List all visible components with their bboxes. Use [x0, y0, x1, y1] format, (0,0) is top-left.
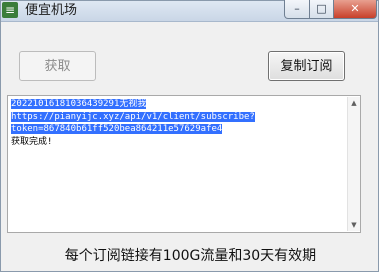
close-button[interactable]: ✕: [333, 0, 377, 19]
title-bar[interactable]: ≡ 便宜机场 – □ ✕: [1, 0, 378, 22]
output-textbox[interactable]: 20221016181036439291无视我 https://pianyijc…: [7, 95, 361, 233]
fetch-button[interactable]: 获取: [19, 51, 96, 81]
log-line-token: token=867840b61ff520bea864211e57629afe4: [11, 124, 223, 134]
footer-note: 每个订阅链接有100G流量和30天有效期: [64, 248, 317, 264]
maximize-button[interactable]: □: [309, 0, 334, 19]
log-line-url: https://pianyijc.xyz/api/v1/client/subsc…: [11, 111, 255, 122]
log-line-status: 获取完成!: [11, 136, 53, 147]
scroll-up-arrow-icon[interactable]: ▲: [348, 97, 360, 109]
window-title: 便宜机场: [25, 3, 78, 18]
main-window: ≡ 便宜机场 – □ ✕ 获取 复制订阅 2022101618103643929…: [0, 0, 379, 272]
vertical-scrollbar[interactable]: ▲ ▼: [347, 97, 360, 231]
app-logo-icon: ≡: [2, 2, 18, 18]
log-line-id: 20221016181036439291无视我: [11, 99, 147, 109]
scroll-down-arrow-icon[interactable]: ▼: [348, 219, 360, 231]
log-text: 20221016181036439291无视我 https://pianyijc…: [11, 98, 255, 148]
copy-subscription-button[interactable]: 复制订阅: [268, 51, 345, 81]
minimize-button[interactable]: –: [284, 0, 310, 19]
